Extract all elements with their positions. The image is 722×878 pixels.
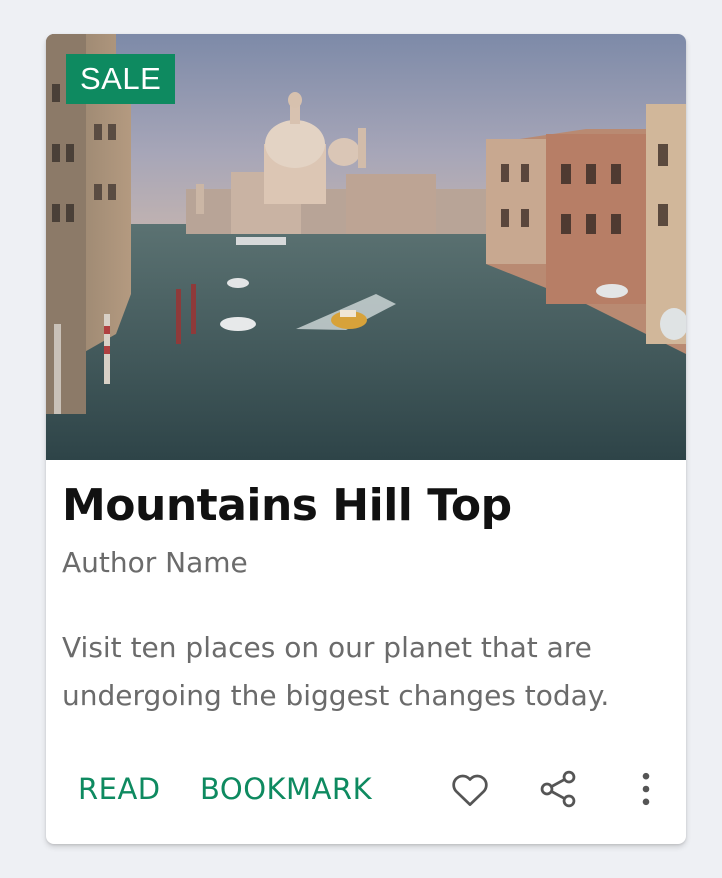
author-name: Author Name <box>62 546 248 579</box>
bookmark-button[interactable]: BOOKMARK <box>200 760 372 818</box>
article-card: SALE Mountains Hill Top Author Name Visi… <box>46 34 686 844</box>
share-button[interactable] <box>532 763 584 815</box>
favorite-button[interactable] <box>444 763 496 815</box>
share-icon <box>540 770 576 808</box>
more-options-button[interactable] <box>620 763 672 815</box>
sale-badge: SALE <box>66 54 176 104</box>
card-actions: READ BOOKMARK <box>46 760 686 818</box>
card-description: Visit ten places on our planet that are … <box>62 631 610 712</box>
read-button[interactable]: READ <box>78 760 161 818</box>
more-vertical-icon <box>642 772 650 806</box>
card-image: SALE <box>46 34 686 460</box>
card-title: Mountains Hill Top <box>62 480 512 531</box>
heart-icon <box>452 774 488 806</box>
